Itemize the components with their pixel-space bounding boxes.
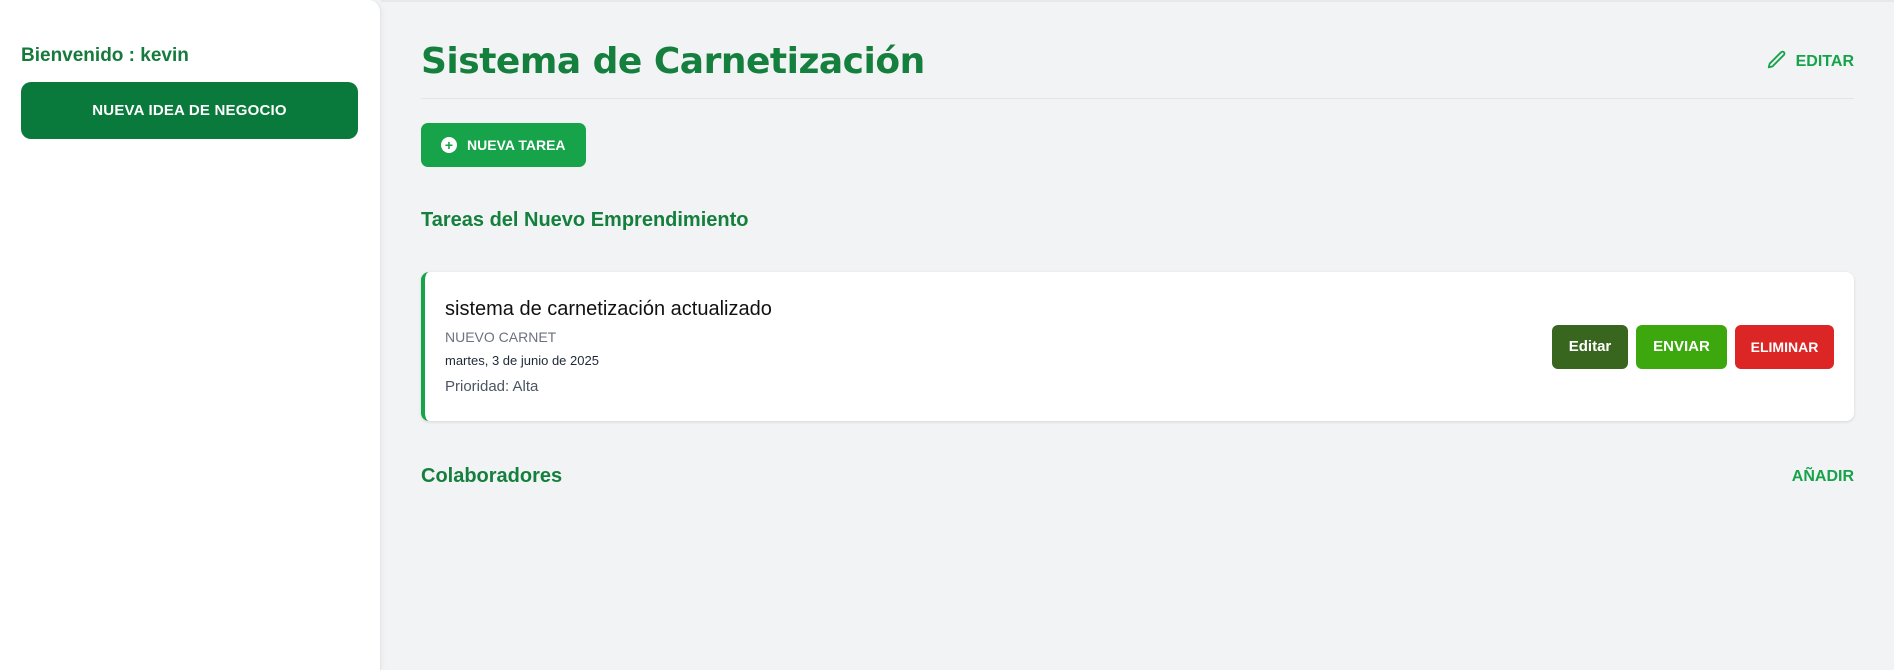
task-priority: Prioridad: Alta <box>445 378 539 395</box>
plus-circle-icon: + <box>441 137 457 153</box>
add-collaborator-link[interactable]: AÑADIR <box>1792 468 1854 486</box>
collaborators-title: Colaboradores <box>421 465 563 487</box>
edit-project-link[interactable]: EDITAR <box>1766 49 1854 76</box>
task-category: NUEVO CARNET <box>445 329 557 345</box>
welcome-text: Bienvenido : kevin <box>21 45 189 66</box>
task-info: sistema de carnetización actualizado NUE… <box>445 298 772 395</box>
page-title: Sistema de Carnetización <box>421 41 925 82</box>
delete-task-button[interactable]: ELIMINAR <box>1735 324 1834 369</box>
new-task-label: NUEVA TAREA <box>467 137 566 153</box>
pencil-icon <box>1766 49 1788 76</box>
app-root: Bienvenido : kevin NUEVA IDEA DE NEGOCIO… <box>0 0 1894 670</box>
tasks-section-title: Tareas del Nuevo Emprendimiento <box>421 209 749 231</box>
edit-task-button[interactable]: Editar <box>1552 324 1628 369</box>
task-actions: Editar ENVIAR ELIMINAR <box>1552 324 1834 369</box>
task-title: sistema de carnetización actualizado <box>445 298 772 320</box>
page-header: Sistema de Carnetización EDITAR <box>421 2 1854 99</box>
edit-label: EDITAR <box>1795 53 1854 70</box>
sidebar: Bienvenido : kevin NUEVA IDEA DE NEGOCIO <box>0 0 381 670</box>
new-task-button[interactable]: + NUEVA TAREA <box>421 123 586 167</box>
collaborators-header: Colaboradores AÑADIR <box>421 465 1854 488</box>
send-task-button[interactable]: ENVIAR <box>1636 324 1727 369</box>
task-card: sistema de carnetización actualizado NUE… <box>421 272 1854 421</box>
main-content: Sistema de Carnetización EDITAR + NUEVA … <box>381 0 1894 670</box>
task-date: martes, 3 de junio de 2025 <box>445 353 599 368</box>
new-business-idea-button[interactable]: NUEVA IDEA DE NEGOCIO <box>21 82 358 139</box>
